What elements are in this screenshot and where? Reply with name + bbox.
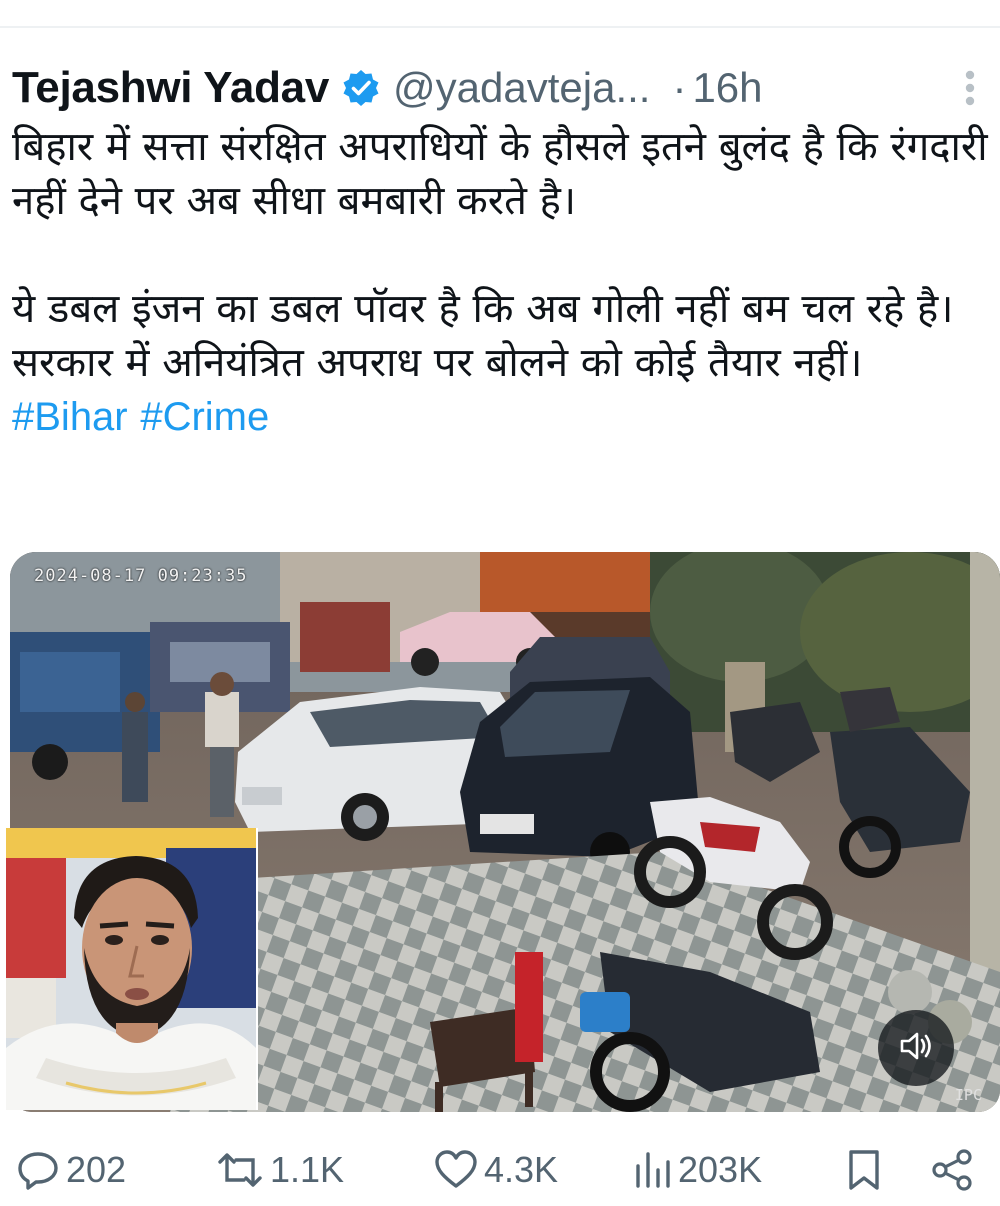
tweet-paragraph-1: बिहार में सत्ता संरक्षित अपराधियों के हौ… [12, 124, 988, 224]
views-button[interactable]: 203K [630, 1140, 762, 1200]
like-count: 4.3K [484, 1149, 559, 1190]
top-divider [0, 26, 1000, 28]
hashtag-crime[interactable]: #Crime [140, 395, 269, 439]
hashtag-bihar[interactable]: #Bihar [12, 395, 128, 439]
tweet-timestamp[interactable]: 16h [692, 64, 762, 112]
reply-icon [14, 1146, 62, 1194]
share-icon [928, 1146, 976, 1194]
volume-toggle-button[interactable] [878, 1010, 954, 1086]
tweet-paragraph-2-text: ये डबल इंजन का डबल पॉवर है कि अब गोली नह… [12, 286, 954, 386]
inset-portrait-photo [6, 828, 258, 1110]
view-count: 203K [678, 1149, 763, 1190]
heart-icon [432, 1146, 480, 1194]
repost-button[interactable]: 1.1K [214, 1140, 344, 1200]
separator-dot: · [672, 64, 687, 111]
cctv-timestamp-overlay: 2024-08-17 09:23:35 [34, 566, 248, 586]
tweet-body: बिहार में सत्ता संरक्षित अपराधियों के हौ… [12, 120, 988, 444]
verified-badge-icon [341, 68, 381, 108]
analytics-icon [630, 1146, 674, 1194]
bookmark-icon [842, 1146, 886, 1194]
cctv-channel-label: IPC [954, 1086, 982, 1104]
speaker-icon [896, 1026, 936, 1070]
repost-icon [214, 1146, 266, 1194]
author-handle[interactable]: @yadavteja... [393, 64, 650, 112]
share-button[interactable] [928, 1140, 976, 1200]
repost-count: 1.1K [270, 1149, 345, 1190]
reply-count: 202 [66, 1149, 127, 1190]
tweet-action-bar: 202 1.1K 4.3K 203K [0, 1140, 1000, 1200]
author-name[interactable]: Tejashwi Yadav [12, 63, 329, 113]
reply-button[interactable]: 202 [14, 1140, 126, 1200]
bookmark-button[interactable] [842, 1140, 886, 1200]
like-button[interactable]: 4.3K [432, 1140, 558, 1200]
more-options-icon[interactable] [962, 66, 978, 110]
tweet-header: Tejashwi Yadav @yadavteja... · 16h [12, 58, 988, 118]
tweet-paragraph-2: ये डबल इंजन का डबल पॉवर है कि अब गोली नह… [12, 282, 988, 444]
